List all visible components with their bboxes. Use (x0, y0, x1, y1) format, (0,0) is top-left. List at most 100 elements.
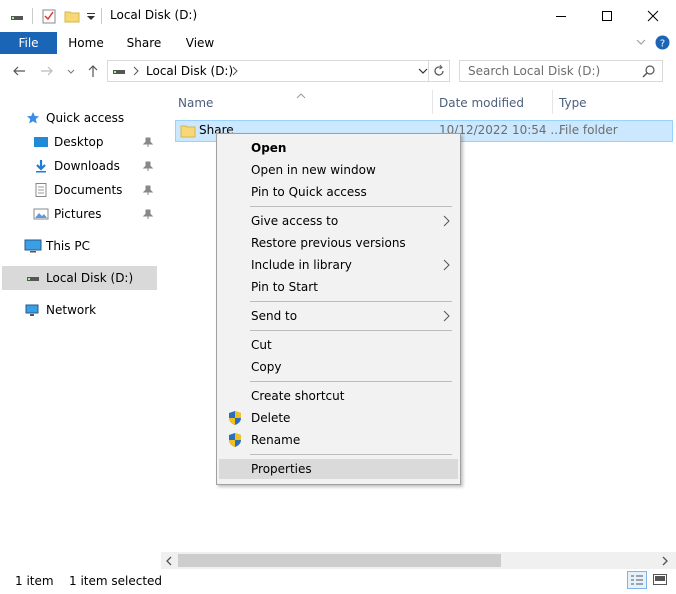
column-divider[interactable] (552, 90, 553, 114)
nav-downloads[interactable]: Downloads (33, 155, 155, 177)
scrollbar-thumb[interactable] (178, 554, 501, 567)
nav-quick-access[interactable]: Quick access (26, 107, 124, 129)
star-icon (27, 112, 39, 124)
menu-separator (250, 454, 452, 455)
menu-item-cut[interactable]: Cut (251, 335, 272, 355)
menu-item-rename[interactable]: Rename (251, 430, 300, 450)
address-row: Local Disk (D:) Search Local Disk (D:) (0, 58, 676, 86)
pin-icon[interactable] (143, 137, 153, 147)
nav-label: Documents (54, 183, 123, 197)
pin-icon[interactable] (143, 161, 153, 171)
properties-icon[interactable] (42, 8, 56, 27)
menu-item-open[interactable]: Open (251, 138, 286, 158)
drive-icon (112, 64, 126, 81)
pin-icon[interactable] (143, 209, 153, 219)
menu-item-give-access[interactable]: Give access to (251, 211, 338, 231)
selection-count: 1 item selected (69, 574, 163, 588)
nav-label: Quick access (46, 111, 125, 125)
menu-item-open-new-window[interactable]: Open in new window (251, 160, 376, 180)
address-path[interactable]: Local Disk (D:) (146, 64, 233, 78)
up-icon[interactable] (86, 64, 100, 81)
submenu-arrow-icon (443, 310, 450, 322)
column-header-date-modified[interactable]: Date modified (439, 94, 524, 114)
large-icons-view-button[interactable] (651, 571, 669, 589)
drive-icon (27, 277, 39, 281)
nav-pictures[interactable]: Pictures (33, 203, 155, 225)
uac-shield-icon (229, 411, 241, 425)
nav-label: Desktop (54, 135, 104, 149)
large-icons-view-icon (653, 574, 667, 585)
menu-item-include-library[interactable]: Include in library (251, 255, 352, 275)
close-icon (647, 10, 659, 22)
menu-item-delete[interactable]: Delete (251, 408, 290, 428)
search-input[interactable]: Search Local Disk (D:) (459, 60, 663, 82)
menu-item-pin-quick-access[interactable]: Pin to Quick access (251, 182, 367, 202)
minimize-icon (556, 16, 566, 17)
menu-item-pin-start[interactable]: Pin to Start (251, 277, 318, 297)
nav-label: This PC (46, 239, 90, 253)
download-icon (36, 160, 46, 173)
nav-label: Downloads (54, 159, 120, 173)
chevron-right-icon[interactable] (132, 65, 140, 80)
help-icon[interactable]: ? (655, 35, 670, 53)
search-icon[interactable] (642, 64, 656, 81)
tab-file[interactable]: File (0, 32, 57, 54)
divider (101, 8, 102, 24)
menu-separator (250, 206, 452, 207)
menu-separator (250, 301, 452, 302)
submenu-arrow-icon (443, 215, 450, 227)
context-menu: Open Open in new window Pin to Quick acc… (216, 133, 461, 485)
nav-label: Network (46, 303, 97, 317)
close-button[interactable] (630, 0, 676, 32)
menu-item-create-shortcut[interactable]: Create shortcut (251, 386, 344, 406)
title-bar: Local Disk (D:) (0, 0, 676, 32)
nav-network[interactable]: Network (24, 299, 96, 321)
tab-view[interactable]: View (176, 32, 224, 54)
ribbon-tabs: File Home Share View ? (0, 32, 676, 54)
nav-label: Pictures (54, 207, 102, 221)
svg-text:?: ? (660, 39, 665, 50)
customize-toolbar-icon[interactable] (86, 8, 96, 27)
desktop-icon (34, 137, 48, 147)
nav-local-disk[interactable]: Local Disk (D:) (26, 267, 133, 289)
column-header-type[interactable]: Type (559, 94, 587, 114)
tab-share[interactable]: Share (120, 32, 168, 54)
maximize-icon (602, 11, 612, 21)
nav-label: Local Disk (D:) (46, 271, 134, 285)
menu-item-send-to[interactable]: Send to (251, 306, 297, 326)
maximize-button[interactable] (584, 0, 630, 32)
details-view-button[interactable] (627, 571, 647, 589)
nav-this-pc[interactable]: This PC (24, 235, 90, 257)
horizontal-scrollbar[interactable] (161, 552, 676, 569)
drive-icon (10, 8, 24, 27)
column-divider[interactable] (432, 90, 433, 114)
nav-desktop[interactable]: Desktop (33, 131, 155, 153)
submenu-arrow-icon (443, 259, 450, 271)
pin-icon[interactable] (143, 185, 153, 195)
menu-item-restore-versions[interactable]: Restore previous versions (251, 233, 406, 253)
scroll-right-icon[interactable] (661, 555, 669, 569)
new-folder-icon[interactable] (64, 8, 80, 27)
refresh-icon[interactable] (432, 64, 446, 81)
recent-locations-icon[interactable] (66, 66, 76, 80)
menu-item-properties[interactable]: Properties (251, 459, 312, 479)
file-type: File folder (559, 123, 618, 137)
back-icon[interactable] (12, 64, 26, 81)
address-bar[interactable]: Local Disk (D:) (107, 60, 450, 82)
folder-icon (180, 125, 196, 138)
menu-item-copy[interactable]: Copy (251, 357, 281, 377)
column-header-name[interactable]: Name (178, 94, 213, 114)
minimize-button[interactable] (538, 0, 584, 32)
expand-ribbon-icon[interactable] (635, 36, 647, 51)
network-icon (25, 304, 39, 316)
pictures-icon (33, 208, 49, 220)
chevron-right-icon[interactable] (231, 65, 239, 80)
menu-separator (250, 381, 452, 382)
navigation-pane: Quick access Desktop Downloads Documents… (0, 90, 160, 568)
tab-home[interactable]: Home (62, 32, 110, 54)
forward-icon[interactable] (40, 64, 54, 81)
window-title: Local Disk (D:) (110, 8, 198, 22)
nav-documents[interactable]: Documents (33, 179, 155, 201)
document-icon (35, 183, 47, 197)
scroll-left-icon[interactable] (165, 555, 173, 569)
